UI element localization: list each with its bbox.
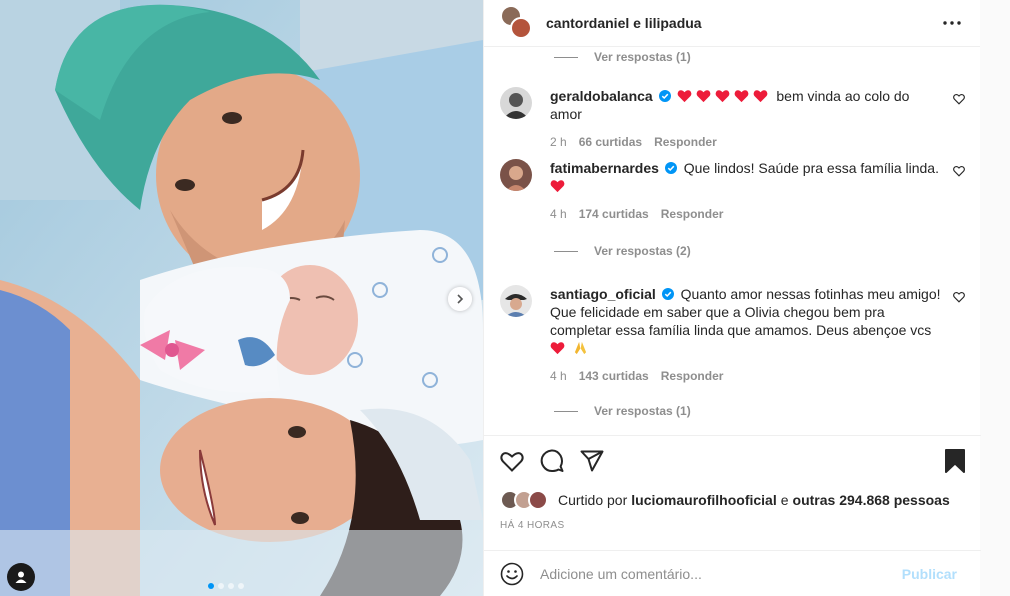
share-icon <box>580 450 604 472</box>
verified-icon <box>664 162 677 174</box>
next-arrow-icon <box>457 294 464 304</box>
comment-body: santiago_oficial Quanto amor nessas foti… <box>550 285 945 357</box>
carousel-dot <box>218 583 224 589</box>
comment-body: fatimabernardes Que lindos! Saúde pra es… <box>550 159 945 195</box>
comment: fatimabernardes Que lindos! Saúde pra es… <box>500 159 965 221</box>
user-tags-button[interactable] <box>7 563 35 591</box>
comment-text: Que lindos! Saúde pra essa família linda… <box>683 160 939 176</box>
heart-emoji-icon <box>678 90 692 103</box>
comment-meta: 4 h 143 curtidas Responder <box>550 369 965 383</box>
heart-emoji-icon <box>697 90 711 103</box>
view-replies-label: Ver respostas (1) <box>594 50 691 64</box>
comment-meta: 4 h 174 curtidas Responder <box>550 207 965 221</box>
comment: santiago_oficial Quanto amor nessas foti… <box>500 285 965 383</box>
comments-list[interactable]: Ver respostas (1) geraldobalanca bem vin… <box>484 47 981 435</box>
avatar[interactable] <box>500 159 532 191</box>
comment-likes[interactable]: 174 curtidas <box>579 207 649 221</box>
view-replies-button[interactable]: Ver respostas (1) <box>554 50 691 64</box>
like-icon <box>500 452 524 472</box>
carousel-dot <box>238 583 244 589</box>
publish-button[interactable]: Publicar <box>902 566 957 582</box>
post-author[interactable]: cantordaniel e lilipadua <box>546 15 940 31</box>
verified-icon <box>661 288 674 300</box>
comment-username[interactable]: santiago_oficial <box>550 286 656 302</box>
heart-emoji-icon <box>735 90 749 103</box>
bookmark-icon <box>945 449 965 473</box>
avatar[interactable] <box>500 285 532 317</box>
photo-scene <box>0 0 483 596</box>
comment-button[interactable] <box>540 441 580 481</box>
comment-meta: 2 h 66 curtidas Responder <box>550 135 965 149</box>
comment-username[interactable]: geraldobalanca <box>550 88 653 104</box>
more-icon <box>943 21 961 25</box>
divider <box>554 56 578 58</box>
divider <box>554 250 578 252</box>
view-replies-label: Ver respostas (2) <box>594 244 691 258</box>
carousel-dot <box>208 583 214 589</box>
save-button[interactable] <box>925 441 965 481</box>
heart-emoji-icon <box>754 90 768 103</box>
view-replies-button[interactable]: Ver respostas (1) <box>554 404 691 418</box>
comment-like-icon[interactable] <box>953 165 965 177</box>
comment-body: geraldobalanca bem vinda ao colo do amor <box>550 87 945 123</box>
post-timestamp[interactable]: HÁ 4 HORAS <box>500 520 965 531</box>
comment-like-icon[interactable] <box>953 291 965 303</box>
heart-emoji-icon <box>550 342 565 355</box>
comment-time[interactable]: 2 h <box>550 135 567 149</box>
reply-button[interactable]: Responder <box>661 369 724 383</box>
comment-likes[interactable]: 143 curtidas <box>579 369 649 383</box>
emoji-icon[interactable] <box>500 562 524 586</box>
liked-by-avatars[interactable] <box>500 490 556 510</box>
liked-by-others[interactable]: outras 294.868 pessoas <box>793 492 950 508</box>
share-button[interactable] <box>580 441 620 481</box>
carousel-dot <box>228 583 234 589</box>
verified-icon <box>658 90 671 102</box>
comment-time[interactable]: 4 h <box>550 369 567 383</box>
comment-time[interactable]: 4 h <box>550 207 567 221</box>
add-comment-bar: Publicar <box>484 550 981 596</box>
avatar[interactable] <box>500 87 532 119</box>
folded-hands-emoji-icon <box>574 341 586 355</box>
heart-emoji-icon <box>716 90 730 103</box>
post-dialog: cantordaniel e lilipadua Ver respostas (… <box>0 0 981 596</box>
liked-by-connector: e <box>780 492 789 508</box>
post-side-panel: cantordaniel e lilipadua Ver respostas (… <box>483 0 981 596</box>
comment-icon <box>540 449 564 473</box>
author-avatars[interactable] <box>500 5 532 39</box>
comment-like-icon[interactable] <box>953 93 965 105</box>
heart-emoji-icon <box>550 180 565 193</box>
comment: geraldobalanca bem vinda ao colo do amor… <box>500 87 965 149</box>
like-button[interactable] <box>500 441 540 481</box>
avatar <box>510 17 532 39</box>
view-replies-button[interactable]: Ver respostas (2) <box>554 244 691 258</box>
divider <box>554 410 578 412</box>
comment-username[interactable]: fatimabernardes <box>550 160 659 176</box>
view-replies-label: Ver respostas (1) <box>594 404 691 418</box>
comment-input[interactable] <box>540 565 902 582</box>
more-options-button[interactable] <box>940 11 964 35</box>
post-photo[interactable] <box>0 0 483 596</box>
comment-likes[interactable]: 66 curtidas <box>579 135 642 149</box>
post-actions: Curtido por luciomaurofilhooficial e out… <box>484 435 981 531</box>
carousel-next-button[interactable] <box>448 287 472 311</box>
liked-by-user[interactable]: luciomaurofilhooficial <box>631 492 776 508</box>
action-icons <box>500 436 965 486</box>
reply-button[interactable]: Responder <box>661 207 724 221</box>
carousel-indicator <box>208 583 244 589</box>
post-header: cantordaniel e lilipadua <box>484 0 980 47</box>
avatar <box>528 490 548 510</box>
user-tag-icon <box>15 571 27 583</box>
liked-by-summary: Curtido por luciomaurofilhooficial e out… <box>500 486 965 514</box>
reply-button[interactable]: Responder <box>654 135 717 149</box>
liked-by-prefix: Curtido por <box>558 492 628 508</box>
